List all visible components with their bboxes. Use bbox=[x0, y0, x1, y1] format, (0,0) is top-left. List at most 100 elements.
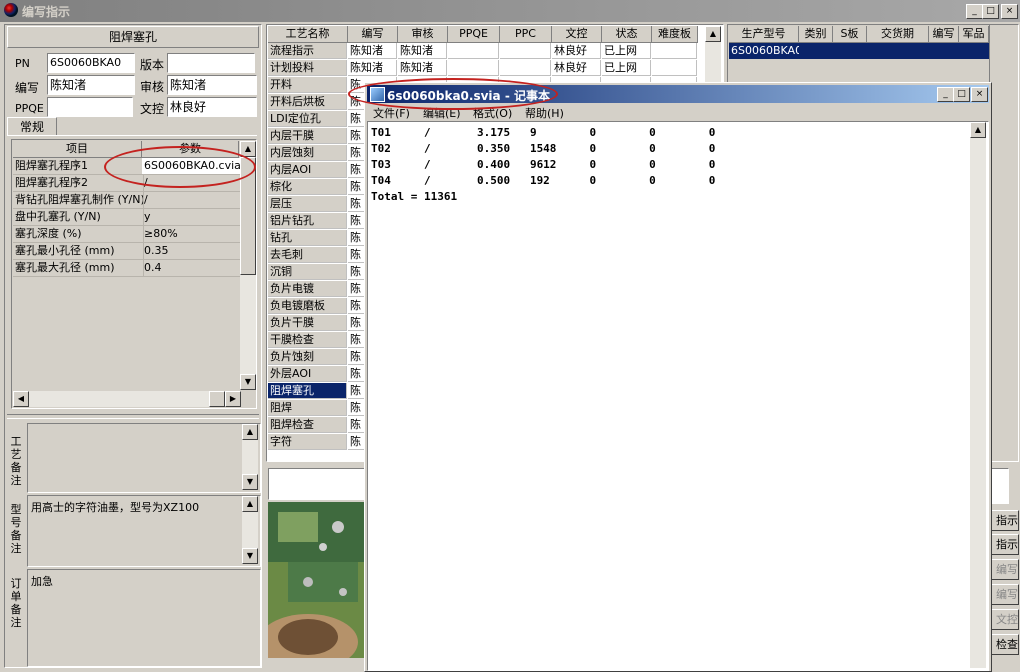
review-field[interactable]: 陈知渚 bbox=[167, 75, 257, 95]
production-header-cell[interactable]: S板 bbox=[833, 26, 867, 43]
side-button-6[interactable]: 检查 bbox=[989, 634, 1019, 655]
side-button-2[interactable]: 指示 bbox=[989, 534, 1019, 555]
process-cell bbox=[500, 60, 551, 76]
param-value[interactable]: 0.35 bbox=[142, 243, 240, 260]
process-cell: 内层蚀刻 bbox=[268, 145, 347, 161]
scroll-down-icon[interactable]: ▼ bbox=[240, 374, 256, 390]
ppqe-label: PPQE bbox=[15, 102, 44, 115]
process-cell bbox=[652, 60, 697, 76]
process-header-cell[interactable]: PPC bbox=[500, 26, 552, 43]
notepad-minimize-button[interactable]: _ bbox=[937, 87, 954, 102]
process-header-cell[interactable]: PPQE bbox=[448, 26, 500, 43]
order-remark-box[interactable]: 加急 bbox=[27, 569, 261, 667]
model-remark-label: 型号备注 bbox=[10, 503, 22, 555]
table-row[interactable]: 计划投料 陈知渚 陈知渚 林良好 已上网 bbox=[268, 60, 704, 76]
param-value[interactable]: / bbox=[142, 192, 240, 209]
param-item: 背钻孔阻焊塞孔制作 (Y/N) bbox=[13, 192, 144, 209]
scroll-up-icon[interactable]: ▲ bbox=[970, 122, 986, 138]
process-cell: 钻孔 bbox=[268, 230, 347, 246]
version-field[interactable] bbox=[167, 53, 255, 73]
scroll-left-icon[interactable]: ◀ bbox=[13, 391, 29, 407]
process-cell: 内层干膜 bbox=[268, 128, 347, 144]
panel-title: 阻焊塞孔 bbox=[7, 26, 259, 48]
side-button-5[interactable]: 文控 bbox=[989, 609, 1019, 630]
notepad-maximize-button[interactable]: □ bbox=[953, 87, 970, 102]
process-cell: 负片蚀刻 bbox=[268, 349, 347, 365]
tab-divider bbox=[7, 135, 257, 136]
pn-label: PN bbox=[15, 57, 30, 70]
order-remark-label: 订单备注 bbox=[10, 577, 22, 629]
side-button-4[interactable]: 编写 bbox=[989, 584, 1019, 605]
param-value[interactable]: ≥80% bbox=[142, 226, 240, 243]
process-cell: 棕化 bbox=[268, 179, 347, 195]
side-button-1[interactable]: 指示 bbox=[989, 510, 1019, 531]
param-item: 塞孔深度 (%) bbox=[13, 226, 144, 243]
param-item: 塞孔最小孔径 (mm) bbox=[13, 243, 144, 260]
process-cell bbox=[652, 43, 697, 59]
production-header-cell[interactable]: 类别 bbox=[799, 26, 833, 43]
model-remark-box[interactable]: 用高士的字符油墨，型号为XZ100 ▲ ▼ bbox=[27, 495, 261, 567]
production-note-field[interactable] bbox=[989, 468, 1009, 504]
hscroll-thumb[interactable] bbox=[209, 391, 225, 407]
side-button-3[interactable]: 编写 bbox=[989, 559, 1019, 580]
params-hscroll[interactable]: ◀ ▶ bbox=[13, 391, 241, 407]
menu-help[interactable]: 帮助(H) bbox=[525, 105, 564, 121]
order-remark-text: 加急 bbox=[31, 575, 53, 588]
process-header-cell[interactable]: 难度板 bbox=[652, 26, 698, 43]
process-cell: 陈知渚 bbox=[398, 60, 447, 76]
writer-field[interactable]: 陈知渚 bbox=[47, 75, 135, 95]
process-cell: 负片电镀 bbox=[268, 281, 347, 297]
table-row[interactable]: 流程指示 陈知渚 陈知渚 林良好 已上网 bbox=[268, 43, 704, 59]
process-note-field[interactable] bbox=[268, 468, 368, 500]
notepad-vscroll[interactable]: ▲ bbox=[970, 122, 986, 668]
minimize-button[interactable]: _ bbox=[966, 4, 983, 19]
param-value[interactable]: y bbox=[142, 209, 240, 226]
main-titlebar: 编写指示 _ □ × bbox=[0, 0, 1020, 22]
production-model-cell: 6S0060BKA0 bbox=[731, 44, 799, 57]
scroll-down-icon[interactable]: ▼ bbox=[242, 548, 258, 564]
scroll-right-icon[interactable]: ▶ bbox=[225, 391, 241, 407]
process-cell: 层压 bbox=[268, 196, 347, 212]
process-cell bbox=[448, 43, 499, 59]
doc-field[interactable]: 林良好 bbox=[167, 97, 257, 117]
process-cell bbox=[448, 60, 499, 76]
model-remark-text: 用高士的字符油墨，型号为XZ100 bbox=[31, 501, 200, 514]
process-cell: 计划投料 bbox=[268, 60, 347, 76]
process-remark-box[interactable]: ▲ ▼ bbox=[27, 423, 261, 493]
tab-general[interactable]: 常规 bbox=[7, 117, 57, 136]
remark1-vscroll[interactable]: ▲ ▼ bbox=[242, 424, 258, 490]
pcb-photo-image bbox=[268, 502, 366, 658]
scroll-up-icon[interactable]: ▲ bbox=[705, 26, 721, 42]
remark2-vscroll[interactable]: ▲ ▼ bbox=[242, 496, 258, 564]
process-cell: LDI定位孔 bbox=[268, 111, 347, 127]
close-button[interactable]: × bbox=[1001, 4, 1018, 19]
pn-field[interactable]: 6S0060BKA0 bbox=[47, 53, 135, 73]
notepad-line-5: Total = 11361 bbox=[371, 190, 458, 203]
process-remark-label: 工艺备注 bbox=[10, 435, 22, 487]
notepad-textarea[interactable]: T01 / 3.175 9 0 0 0 T02 / 0.350 1548 0 0… bbox=[367, 121, 989, 671]
process-header-cell[interactable]: 工艺名称 bbox=[268, 26, 348, 43]
process-header-cell[interactable]: 编写 bbox=[348, 26, 398, 43]
notepad-close-button[interactable]: × bbox=[971, 87, 988, 102]
process-cell: 阻焊塞孔 bbox=[268, 383, 347, 399]
notepad-line-4: T04 / 0.500 192 0 0 0 bbox=[371, 174, 716, 187]
scroll-down-icon[interactable]: ▼ bbox=[242, 474, 258, 490]
param-item: 盘中孔塞孔 (Y/N) bbox=[13, 209, 144, 226]
param-value[interactable]: 0.4 bbox=[142, 260, 240, 277]
scroll-up-icon[interactable]: ▲ bbox=[242, 496, 258, 512]
process-header-cell[interactable]: 文控 bbox=[552, 26, 602, 43]
production-header-cell[interactable]: 交货期 bbox=[867, 26, 929, 43]
production-header-cell[interactable]: 军品 bbox=[959, 26, 989, 43]
process-header-cell[interactable]: 审核 bbox=[398, 26, 448, 43]
splitter[interactable] bbox=[7, 414, 259, 419]
production-row[interactable]: 6S0060BKA0 bbox=[729, 43, 989, 59]
process-header-cell[interactable]: 状态 bbox=[602, 26, 652, 43]
maximize-button[interactable]: □ bbox=[982, 4, 999, 19]
window-title: 编写指示 bbox=[22, 5, 71, 19]
production-header-cell[interactable]: 编写 bbox=[929, 26, 959, 43]
scroll-up-icon[interactable]: ▲ bbox=[242, 424, 258, 440]
ppqe-field[interactable] bbox=[47, 97, 133, 117]
process-cell: 去毛刺 bbox=[268, 247, 347, 263]
process-cell: 陈知渚 bbox=[398, 43, 447, 59]
production-header-cell[interactable]: 生产型号 bbox=[729, 26, 799, 43]
